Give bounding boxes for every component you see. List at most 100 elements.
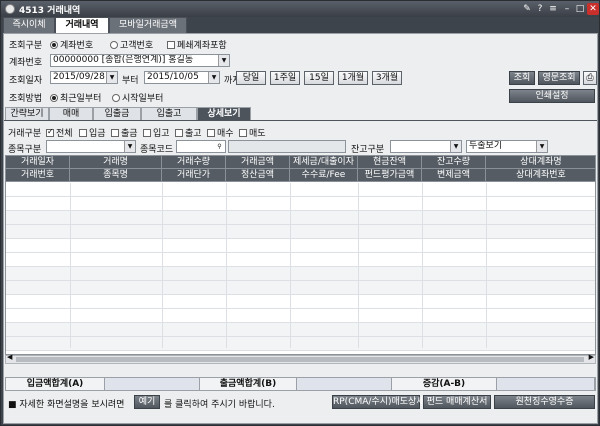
- col-header[interactable]: 종목명: [70, 169, 162, 182]
- tab-detail-view[interactable]: 상세보기: [197, 107, 251, 121]
- table-row[interactable]: [6, 309, 595, 323]
- window-title: 4513 거래내역: [19, 6, 81, 16]
- period-today-button[interactable]: 당일: [236, 71, 266, 85]
- table-row[interactable]: [6, 239, 595, 253]
- print-settings-button[interactable]: 인쇄설정: [509, 89, 595, 103]
- date-sep-label: 부터: [122, 76, 139, 86]
- item-code-input[interactable]: ⚲: [176, 140, 226, 153]
- table-row[interactable]: [6, 225, 595, 239]
- radio-account-number[interactable]: 계좌번호: [50, 38, 93, 51]
- date-to-input[interactable]: 2015/10/05 ▼: [144, 71, 220, 84]
- table-row[interactable]: [6, 337, 595, 351]
- title-bar[interactable]: 4513 거래내역 ✎ ? ≡ – □ ✕: [1, 1, 599, 17]
- rp-sell-detail-button[interactable]: RP(CMA/수시)매도상세: [332, 395, 425, 409]
- tab-transaction-history[interactable]: 거래내역: [55, 17, 109, 33]
- search-icon[interactable]: ⚲: [214, 141, 225, 152]
- col-header[interactable]: 거래단가: [162, 169, 226, 182]
- scroll-right-icon[interactable]: ▶: [589, 353, 594, 361]
- close-icon[interactable]: ✕: [587, 3, 599, 15]
- trade-type-in[interactable]: 입고: [143, 126, 170, 139]
- col-header[interactable]: 상대계좌번호: [486, 169, 595, 182]
- english-search-button[interactable]: 영문조회: [538, 71, 580, 85]
- radio-icon: [50, 94, 58, 102]
- col-header[interactable]: 변제금액: [422, 169, 486, 182]
- col-header[interactable]: 상대계좌명: [486, 156, 595, 169]
- withdraw-total-value: [296, 378, 392, 390]
- period-3month-button[interactable]: 3개월: [372, 71, 402, 85]
- checkbox-icon: [143, 129, 151, 137]
- help-icon[interactable]: ?: [534, 3, 546, 15]
- table-row[interactable]: [6, 253, 595, 267]
- col-header[interactable]: 펀드평가금액: [358, 169, 422, 182]
- tax-receipt-button[interactable]: 원천징수영수증: [494, 395, 595, 409]
- radio-icon: [50, 41, 58, 49]
- period-1month-button[interactable]: 1개월: [338, 71, 368, 85]
- horizontal-scrollbar[interactable]: ◀ ▶: [5, 353, 596, 364]
- view-mode-select[interactable]: 두줄보기 ▼: [466, 140, 548, 153]
- col-header[interactable]: 거래번호: [6, 169, 70, 182]
- table-row[interactable]: [6, 323, 595, 337]
- inquiry-type-label: 조회구분: [9, 41, 43, 51]
- period-1week-button[interactable]: 1주일: [270, 71, 300, 85]
- chevron-down-icon: ▼: [218, 55, 229, 66]
- column-divider: [290, 183, 291, 348]
- trade-type-all[interactable]: 전체: [46, 126, 73, 139]
- column-divider: [486, 183, 487, 348]
- search-button[interactable]: 조회: [509, 71, 535, 85]
- tab-in-out[interactable]: 입출고: [141, 107, 197, 121]
- table-row[interactable]: [6, 197, 595, 211]
- column-divider: [226, 183, 227, 348]
- tab-mobile-amount[interactable]: 모바일거래금액: [109, 17, 187, 33]
- include-closed-checkbox[interactable]: 폐쇄계좌포함: [167, 38, 227, 51]
- col-header[interactable]: 정산금액: [226, 169, 290, 182]
- deposit-total-value: [104, 378, 200, 390]
- method-label: 조회방법: [9, 94, 43, 104]
- radio-recent-first[interactable]: 최근일부터: [50, 91, 101, 104]
- period-15day-button[interactable]: 15일: [304, 71, 334, 85]
- pin-icon[interactable]: ✎: [521, 3, 533, 15]
- col-header[interactable]: 잔고수량: [422, 156, 486, 169]
- example-button[interactable]: 예기: [134, 395, 160, 409]
- menu-icon[interactable]: ≡: [547, 3, 559, 15]
- trade-type-out[interactable]: 출고: [175, 126, 202, 139]
- table-row[interactable]: [6, 281, 595, 295]
- radio-icon: [112, 94, 120, 102]
- table-row[interactable]: [6, 211, 595, 225]
- col-header[interactable]: 거래수량: [162, 156, 226, 169]
- col-header[interactable]: 거래일자: [6, 156, 70, 169]
- footer-info-suffix: 를 클릭하여 주시기 바랍니다.: [164, 400, 275, 410]
- trade-type-buy[interactable]: 매수: [207, 126, 234, 139]
- account-select[interactable]: 00000000 [종합(은행연계)] 홍길동 ▼: [50, 54, 230, 67]
- withdraw-total-label: 출금액합계(B): [200, 378, 296, 390]
- transaction-grid[interactable]: 거래일자 거래명 거래수량 거래금액 제세금/대출이자 현금잔액 잔고수량 상대…: [5, 155, 596, 355]
- trade-type-sell[interactable]: 매도: [239, 126, 266, 139]
- table-row[interactable]: [6, 267, 595, 281]
- col-header[interactable]: 제세금/대출이자: [290, 156, 358, 169]
- app-icon: [5, 4, 15, 14]
- table-row[interactable]: [6, 183, 595, 197]
- item-type-select[interactable]: ▼: [46, 140, 136, 153]
- trade-type-withdraw[interactable]: 출금: [111, 126, 138, 139]
- fund-statement-button[interactable]: 펀드 매매계산서: [423, 395, 491, 409]
- date-from-input[interactable]: 2015/09/28 ▼: [50, 71, 118, 84]
- tab-instant-transfer[interactable]: 즉시이체: [3, 17, 55, 33]
- tab-brief-view[interactable]: 간략보기: [5, 107, 49, 121]
- tab-trade[interactable]: 매매: [49, 107, 93, 121]
- scroll-thumb[interactable]: [16, 357, 584, 362]
- col-header[interactable]: 수수료/Fee: [290, 169, 358, 182]
- print-icon[interactable]: ⎙: [583, 71, 597, 85]
- maximize-icon[interactable]: □: [574, 3, 586, 15]
- trade-type-deposit[interactable]: 입금: [79, 126, 106, 139]
- col-header[interactable]: 거래명: [70, 156, 162, 169]
- radio-start-first[interactable]: 시작일부터: [112, 91, 163, 104]
- column-divider: [70, 183, 71, 348]
- scroll-left-icon[interactable]: ◀: [7, 353, 12, 361]
- balance-type-label: 잔고구분: [351, 145, 385, 155]
- minimize-icon[interactable]: –: [561, 3, 573, 15]
- col-header[interactable]: 현금잔액: [358, 156, 422, 169]
- col-header[interactable]: 거래금액: [226, 156, 290, 169]
- radio-customer-number[interactable]: 고객번호: [110, 38, 153, 51]
- balance-type-select[interactable]: ▼: [390, 140, 462, 153]
- tab-deposit-withdraw[interactable]: 입출금: [93, 107, 141, 121]
- table-row[interactable]: [6, 295, 595, 309]
